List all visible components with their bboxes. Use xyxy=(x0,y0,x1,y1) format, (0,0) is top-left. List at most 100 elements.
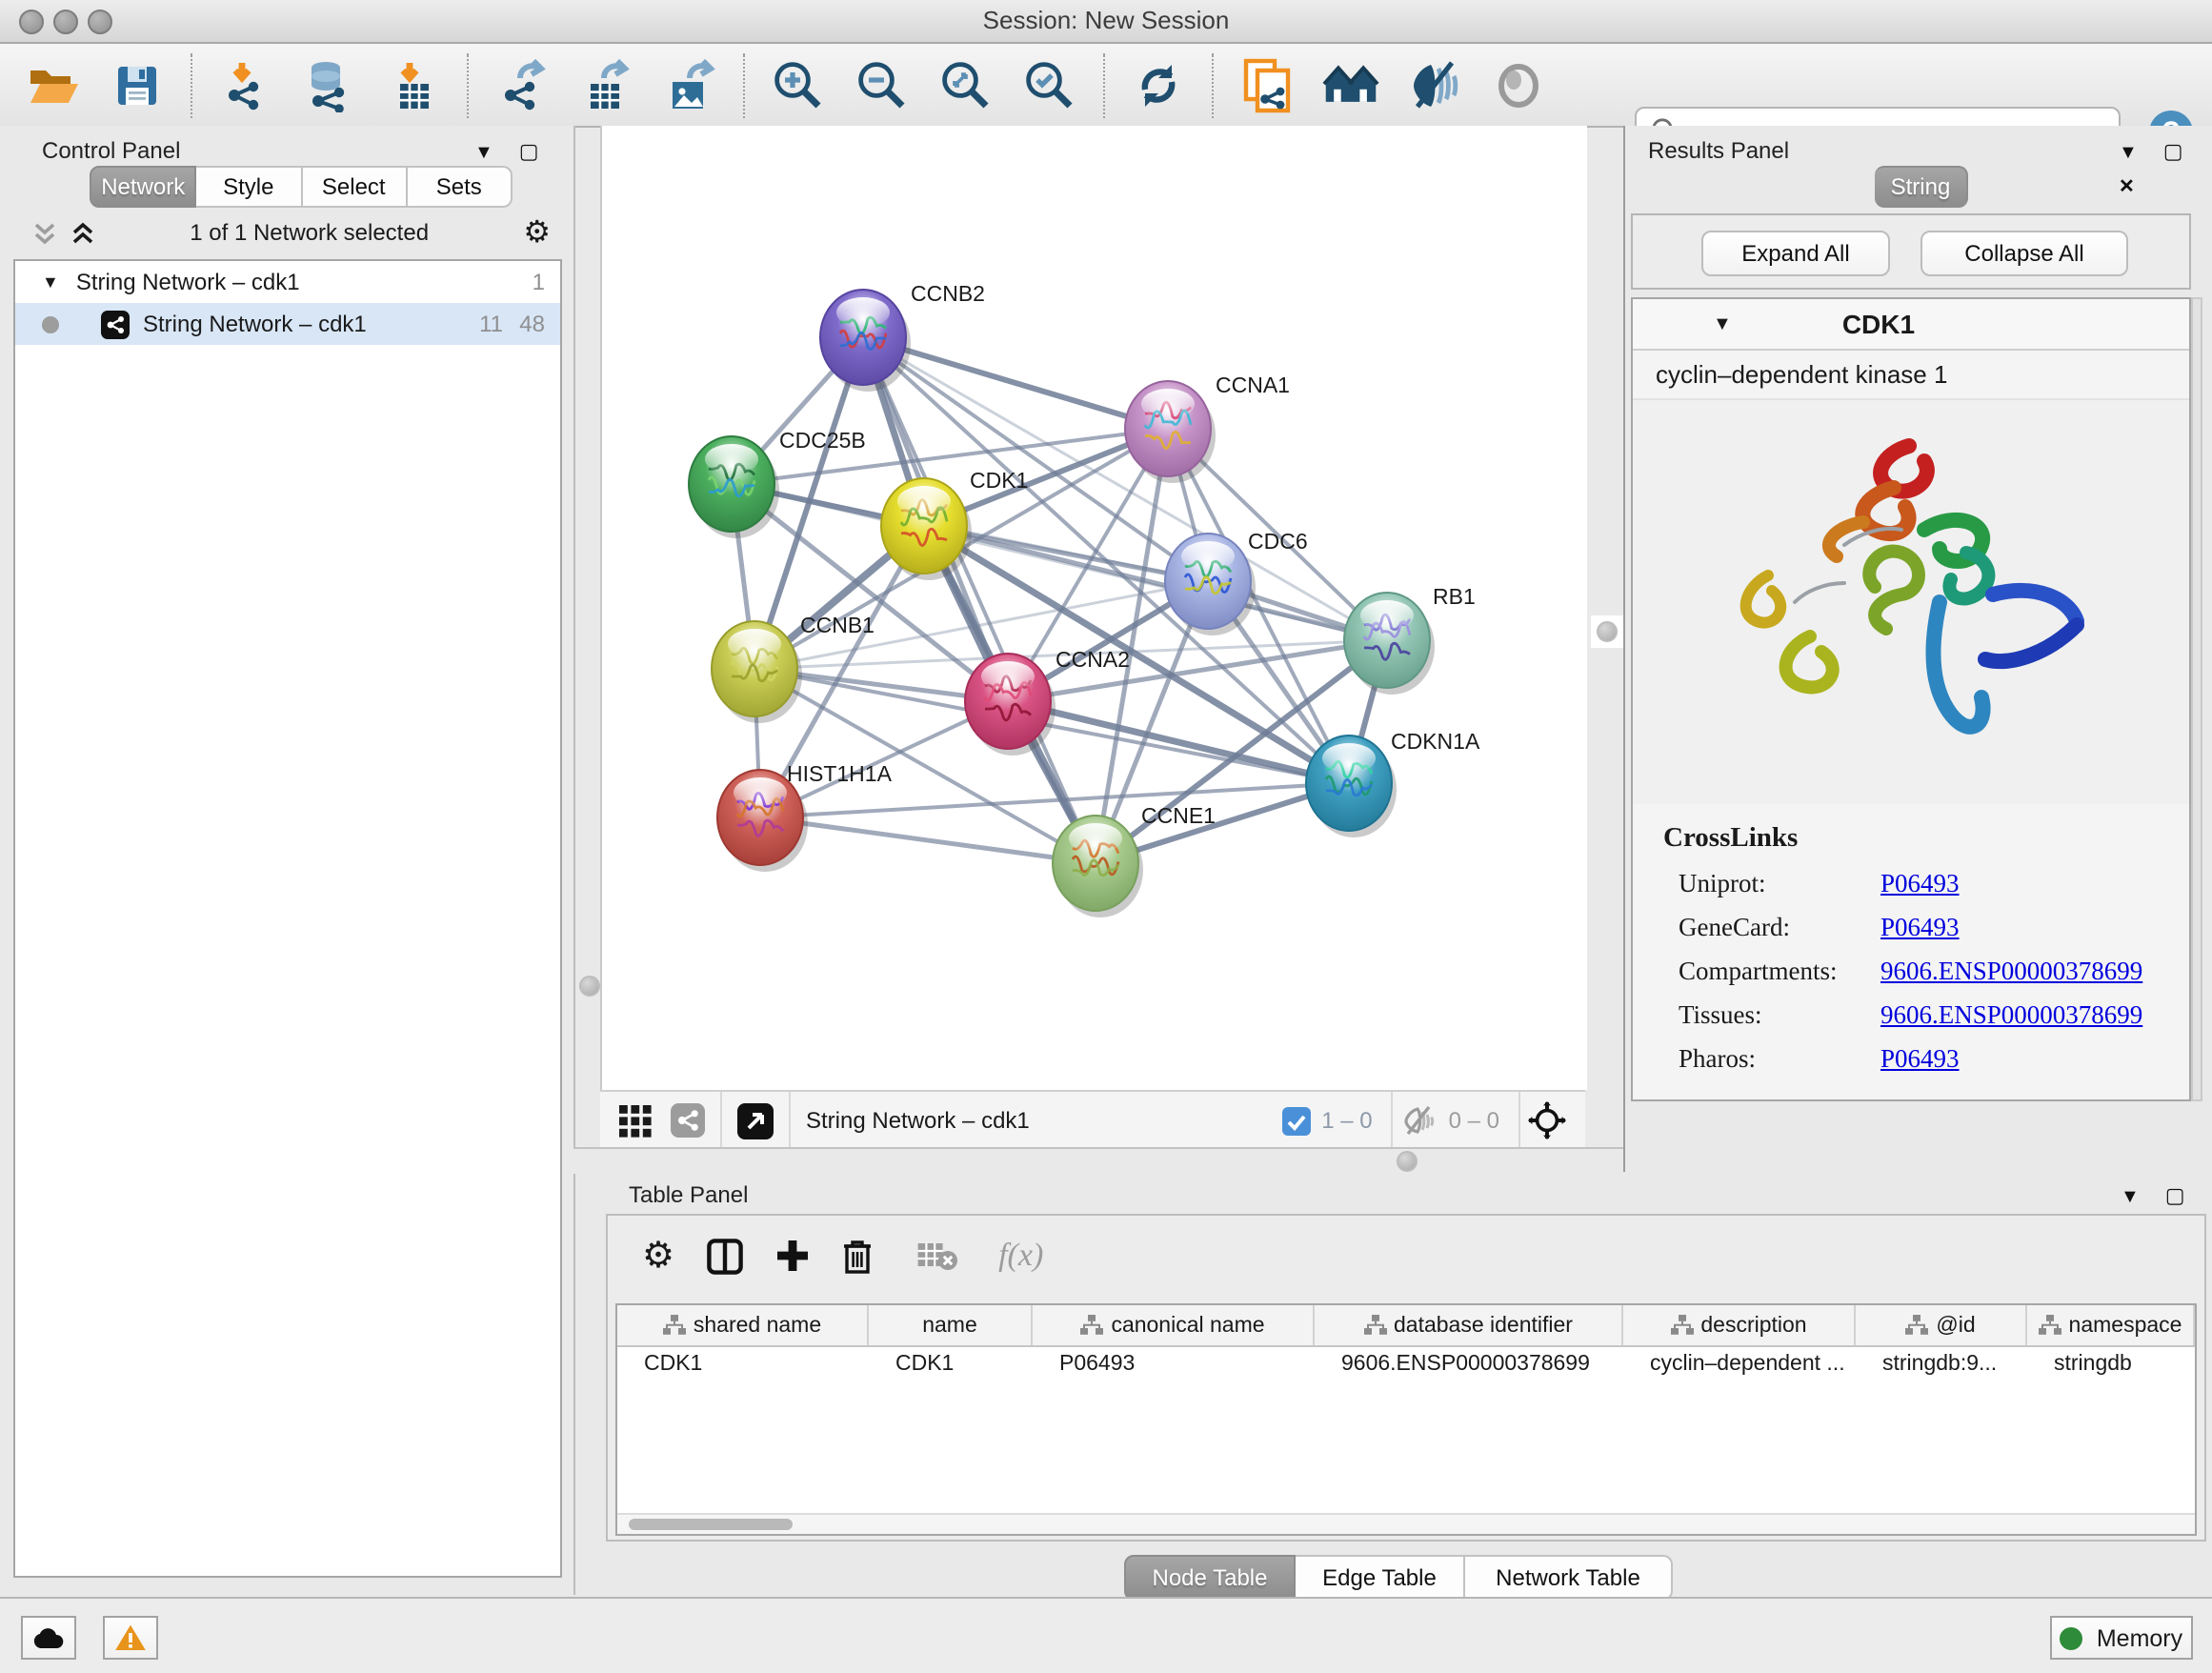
column-header-description[interactable]: description xyxy=(1623,1305,1856,1345)
results-panel-close-icon[interactable]: ✕ xyxy=(2119,177,2135,198)
column-header-label: description xyxy=(1700,1314,1806,1337)
shared-column-icon xyxy=(1363,1315,1386,1336)
tab-sets[interactable]: Sets xyxy=(408,166,513,208)
edge-CCNB2-CCNE1[interactable] xyxy=(863,337,1096,863)
node-CCNA2[interactable]: CCNA2 xyxy=(965,647,1130,756)
grid-view-icon[interactable] xyxy=(619,1104,652,1137)
shared-column-icon xyxy=(1080,1315,1103,1336)
tab-style[interactable]: Style xyxy=(197,166,303,208)
import-network-database-icon[interactable] xyxy=(301,56,358,113)
share-document-icon[interactable] xyxy=(1238,56,1296,113)
delete-column-icon[interactable] xyxy=(842,1238,873,1274)
hidden-eye-icon[interactable] xyxy=(1401,1105,1438,1136)
collection-label: String Network – cdk1 xyxy=(76,269,507,295)
expand-all-button[interactable]: Expand All xyxy=(1701,231,1890,276)
node-CCNE1[interactable]: CCNE1 xyxy=(1053,803,1216,917)
column-header--id[interactable]: @id xyxy=(1856,1305,2027,1345)
results-scrollbar[interactable] xyxy=(2191,297,2202,1101)
import-table-file-icon[interactable] xyxy=(385,56,442,113)
collection-expander-icon[interactable]: ▼ xyxy=(42,272,59,292)
network-tree: ▼ String Network – cdk1 1 String Network… xyxy=(13,259,562,1578)
zoom-in-icon[interactable] xyxy=(770,56,827,113)
tab-edge-table[interactable]: Edge Table xyxy=(1296,1555,1465,1601)
memory-button[interactable]: Memory xyxy=(2050,1616,2193,1660)
add-column-icon[interactable] xyxy=(775,1239,810,1273)
crosslink-value-link[interactable]: P06493 xyxy=(1880,913,1960,943)
crosslink-value-link[interactable]: P06493 xyxy=(1880,1044,1960,1075)
selected-checkbox-icon[interactable] xyxy=(1281,1106,1310,1135)
zoom-selected-icon[interactable] xyxy=(1021,56,1078,113)
column-header-label: canonical name xyxy=(1111,1314,1264,1337)
warnings-button[interactable] xyxy=(103,1616,158,1660)
table-panel-menu-icon[interactable]: ▼ xyxy=(2121,1187,2140,1208)
tab-node-table[interactable]: Node Table xyxy=(1124,1555,1296,1601)
crosslink-value-link[interactable]: 9606.ENSP00000378699 xyxy=(1880,957,2142,987)
column-header-database-identifier[interactable]: database identifier xyxy=(1315,1305,1623,1345)
node-CDKN1A[interactable]: CDKN1A xyxy=(1306,729,1480,837)
hide-view-icon[interactable] xyxy=(1406,56,1463,113)
table-panel-float-icon[interactable]: ▢ xyxy=(2165,1185,2185,1208)
node-label-CCNE1: CCNE1 xyxy=(1141,803,1216,828)
tab-string[interactable]: String xyxy=(1875,166,1968,208)
title-bar: Session: New Session xyxy=(0,0,2212,44)
cloud-status-button[interactable] xyxy=(21,1616,76,1660)
node-table: shared namename canonical name database id… xyxy=(615,1303,2197,1536)
save-session-icon[interactable] xyxy=(109,56,166,113)
open-session-icon[interactable] xyxy=(25,56,82,113)
results-panel-float-icon[interactable]: ▢ xyxy=(2163,141,2183,164)
network-view-canvas[interactable]: CCNB2CCNA1CDC25BCDK1CDC6RB1CCNB1CCNA2CDK… xyxy=(600,126,1587,1090)
collapse-all-button[interactable]: Collapse All xyxy=(1920,231,2128,276)
show-columns-icon[interactable] xyxy=(707,1238,743,1274)
crosslink-value-link[interactable]: P06493 xyxy=(1880,869,1960,899)
fit-selected-crosshair-icon[interactable] xyxy=(1528,1101,1566,1139)
node-label-CDK1: CDK1 xyxy=(970,468,1028,493)
gene-collapse-icon[interactable]: ▼ xyxy=(1713,313,1732,334)
table-row[interactable]: CDK1CDK1P064939606.ENSP00000378699cyclin… xyxy=(617,1347,2195,1385)
node-CCNB1[interactable]: CCNB1 xyxy=(712,613,875,723)
network-view-title: String Network – cdk1 xyxy=(806,1107,1030,1134)
zoom-fit-icon[interactable] xyxy=(937,56,995,113)
crosslink-value-link[interactable]: 9606.ENSP00000378699 xyxy=(1880,1000,2142,1031)
network-row[interactable]: String Network – cdk1 11 48 xyxy=(15,303,560,345)
column-header-shared-name[interactable]: shared name xyxy=(617,1305,869,1345)
column-header-canonical-name[interactable]: canonical name xyxy=(1033,1305,1315,1345)
right-splitter-handle[interactable] xyxy=(1591,615,1623,648)
show-all-views-icon[interactable] xyxy=(1322,56,1379,113)
collapse-all-networks-icon[interactable] xyxy=(32,220,57,245)
show-view-icon[interactable] xyxy=(1490,56,1547,113)
bottom-splitter-handle[interactable] xyxy=(1397,1151,1418,1172)
export-network-icon[interactable] xyxy=(493,56,551,113)
tab-network-table[interactable]: Network Table xyxy=(1465,1555,1673,1601)
network-options-gear-icon[interactable]: ⚙ xyxy=(523,213,551,252)
results-panel-menu-icon[interactable]: ▼ xyxy=(2119,143,2138,164)
birds-eye-view-icon[interactable] xyxy=(737,1102,774,1139)
tab-network[interactable]: Network xyxy=(90,166,197,208)
protein-structure-image xyxy=(1633,400,2189,804)
function-builder-icon[interactable]: f(x) xyxy=(998,1237,1043,1275)
column-header-name[interactable]: name xyxy=(869,1305,1033,1345)
delete-table-icon[interactable] xyxy=(916,1240,958,1271)
network-nodes: CCNB2CCNA1CDC25BCDK1CDC6RB1CCNB1CCNA2CDK… xyxy=(689,281,1480,917)
crosslink-row: Uniprot:P06493 xyxy=(1663,869,2189,899)
node-label-RB1: RB1 xyxy=(1433,584,1476,609)
control-panel-menu-icon[interactable]: ▼ xyxy=(474,143,493,164)
network-collection-row[interactable]: ▼ String Network – cdk1 1 xyxy=(15,261,560,303)
column-header-namespace[interactable]: namespace xyxy=(2027,1305,2195,1345)
refresh-view-icon[interactable] xyxy=(1130,56,1187,113)
import-network-file-icon[interactable] xyxy=(217,56,274,113)
string-view-icon[interactable] xyxy=(671,1103,705,1138)
gene-header-row[interactable]: ▼ CDK1 xyxy=(1633,299,2189,351)
node-RB1[interactable]: RB1 xyxy=(1344,584,1476,695)
tab-select[interactable]: Select xyxy=(302,166,408,208)
table-h-scrollbar[interactable] xyxy=(617,1513,2195,1534)
node-HIST1H1A[interactable]: HIST1H1A xyxy=(717,761,893,872)
gene-symbol: CDK1 xyxy=(1842,309,1915,339)
edge-HIST1H1A-CCNE1[interactable] xyxy=(760,817,1096,863)
expand-all-networks-icon[interactable] xyxy=(70,220,95,245)
zoom-out-icon[interactable] xyxy=(854,56,911,113)
control-panel-float-icon[interactable]: ▢ xyxy=(519,141,539,164)
network-selection-status: 1 of 1 Network selected xyxy=(95,219,523,246)
export-table-icon[interactable] xyxy=(577,56,634,113)
export-image-icon[interactable] xyxy=(661,56,718,113)
table-options-gear-icon[interactable]: ⚙ xyxy=(642,1234,674,1278)
